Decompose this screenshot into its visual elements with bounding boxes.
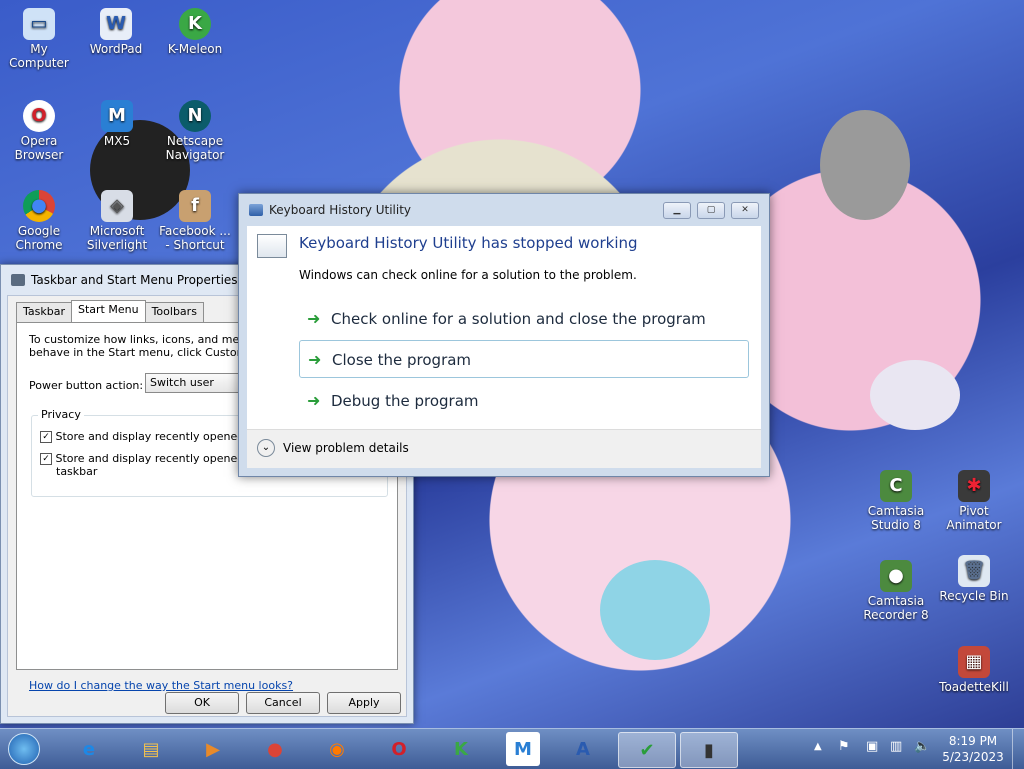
show-hidden-icons[interactable]: ▲ — [814, 741, 822, 752]
taskbar-properties-taskbar-icon[interactable]: ▮ — [680, 732, 738, 768]
recycle-bin-icon: 🗑 — [958, 555, 990, 587]
netscape-icon: N — [179, 100, 211, 132]
apply-button[interactable]: Apply — [327, 692, 401, 714]
mx5-icon: M — [101, 100, 133, 132]
desktop-icon-recycle-bin[interactable]: 🗑 Recycle Bin — [935, 555, 1013, 603]
pivot-icon: ✱ — [958, 470, 990, 502]
recent-programs-option[interactable]: ✓ Store and display recently opened pro — [40, 430, 266, 443]
desktop-icon-silverlight[interactable]: ◈ Microsoft Silverlight — [78, 190, 156, 252]
view-details-toggle[interactable]: View problem details — [283, 441, 409, 455]
power-icon[interactable]: ▥ — [890, 739, 902, 754]
desktop-icon-wordpad[interactable]: W WordPad — [77, 8, 155, 56]
facebook-icon: f — [179, 190, 211, 222]
media-player-icon[interactable]: ▶ — [190, 732, 236, 766]
action-center-icon[interactable]: ⚑ — [838, 739, 850, 754]
wallpaper-bunny — [870, 360, 960, 430]
power-button-label: Power button action: — [29, 379, 144, 392]
desktop-icon-camtasia-studio[interactable]: C Camtasia Studio 8 — [857, 470, 935, 532]
firefox-icon[interactable]: ◉ — [314, 732, 360, 766]
chrome-icon: ● — [23, 190, 55, 222]
tab-toolbars[interactable]: Toolbars — [144, 302, 204, 323]
chevron-down-icon[interactable]: ⌄ — [257, 439, 275, 457]
cancel-button[interactable]: Cancel — [246, 692, 320, 714]
close-button[interactable]: ✕ — [731, 202, 759, 219]
green-arrow-icon: ➜ — [308, 350, 322, 369]
desktop-icon-pivot[interactable]: ✱ Pivot Animator — [935, 470, 1013, 532]
error-subtext: Windows can check online for a solution … — [299, 268, 637, 282]
recent-items-checkbox[interactable]: ✓ — [40, 453, 52, 465]
maximize-button[interactable]: ▢ — [697, 202, 725, 219]
mx5-taskbar-icon[interactable]: M — [506, 732, 540, 766]
opera-taskbar-icon[interactable]: O — [376, 732, 422, 766]
desktop-icon-toadette[interactable]: ▦ ToadetteKill — [935, 646, 1013, 694]
desktop-icon-kmeleon[interactable]: K K-Meleon — [156, 8, 234, 56]
recent-items-option[interactable]: ✓ Store and display recently opened iten… — [40, 452, 269, 478]
green-arrow-icon: ➜ — [307, 309, 321, 328]
debug-program-option[interactable]: ➜ Debug the program — [299, 382, 749, 420]
error-dialog-titlebar[interactable]: Keyboard History Utility ▁ ▢ ✕ — [239, 194, 769, 226]
tab-start-menu[interactable]: Start Menu — [71, 300, 146, 324]
silverlight-icon: ◈ — [101, 190, 133, 222]
error-dialog: Keyboard History Utility ▁ ▢ ✕ Keyboard … — [238, 193, 770, 477]
internet-explorer-icon[interactable]: e — [66, 732, 112, 766]
program-window-icon — [257, 234, 287, 258]
computer-icon: ▭ — [23, 8, 55, 40]
wallpaper-cat-face — [600, 560, 710, 660]
keyboard-utility-taskbar-icon[interactable]: ✔ — [618, 732, 676, 768]
toadette-icon: ▦ — [958, 646, 990, 678]
kmeleon-icon: K — [179, 8, 211, 40]
app-a-taskbar-icon[interactable]: A — [560, 732, 606, 766]
opera-icon: O — [23, 100, 55, 132]
taskbar-settings-icon — [11, 274, 25, 286]
privacy-label: Privacy — [38, 408, 84, 421]
camtasia-recorder-icon: ● — [880, 560, 912, 592]
desktop-icon-opera[interactable]: O Opera Browser — [0, 100, 78, 162]
volume-muted-icon[interactable]: 🔈 — [914, 739, 930, 754]
start-button[interactable] — [4, 732, 44, 766]
wallpaper-bear — [820, 110, 910, 220]
intro-text: To customize how links, icons, and menus… — [29, 333, 273, 359]
keyboard-utility-icon — [249, 204, 263, 216]
green-arrow-icon: ➜ — [307, 391, 321, 410]
desktop-icon-camtasia-recorder[interactable]: ● Camtasia Recorder 8 — [857, 560, 935, 622]
desktop-icon-mx5[interactable]: M MX5 — [78, 100, 156, 148]
clock[interactable]: 8:19 PM 5/23/2023 — [938, 733, 1008, 765]
file-explorer-icon[interactable]: ▤ — [128, 732, 174, 766]
recent-programs-checkbox[interactable]: ✓ — [40, 431, 52, 443]
error-heading: Keyboard History Utility has stopped wor… — [299, 234, 638, 252]
ok-button[interactable]: OK — [165, 692, 239, 714]
network-icon[interactable]: ▣ — [866, 739, 878, 754]
tab-strip: Taskbar Start Menu Toolbars — [16, 300, 204, 324]
tab-taskbar[interactable]: Taskbar — [16, 302, 72, 323]
taskbar: e ▤ ▶ ● ◉ O K M A ✔ ▮ ▲ ⚑ ▣ ▥ 🔈 8:19 PM … — [0, 728, 1024, 769]
close-program-option[interactable]: ➜ Close the program — [299, 340, 749, 378]
wordpad-icon: W — [100, 8, 132, 40]
kmeleon-taskbar-icon[interactable]: K — [438, 732, 484, 766]
desktop-icon-facebook[interactable]: f Facebook ... - Shortcut — [156, 190, 234, 252]
desktop-icon-chrome[interactable]: ● Google Chrome — [0, 190, 78, 252]
show-desktop-button[interactable] — [1012, 729, 1024, 769]
windows-logo-icon — [8, 733, 40, 765]
minimize-button[interactable]: ▁ — [663, 202, 691, 219]
error-dialog-footer: ⌄ View problem details — [247, 429, 761, 468]
camtasia-icon: C — [880, 470, 912, 502]
check-online-option[interactable]: ➜ Check online for a solution and close … — [299, 300, 749, 338]
error-dialog-body: Keyboard History Utility has stopped wor… — [247, 226, 761, 468]
desktop-icon-netscape[interactable]: N Netscape Navigator — [156, 100, 234, 162]
desktop-icon-my-computer[interactable]: ▭ My Computer — [0, 8, 78, 70]
chrome-taskbar-icon[interactable]: ● — [252, 732, 298, 766]
help-link[interactable]: How do I change the way the Start menu l… — [29, 679, 293, 692]
